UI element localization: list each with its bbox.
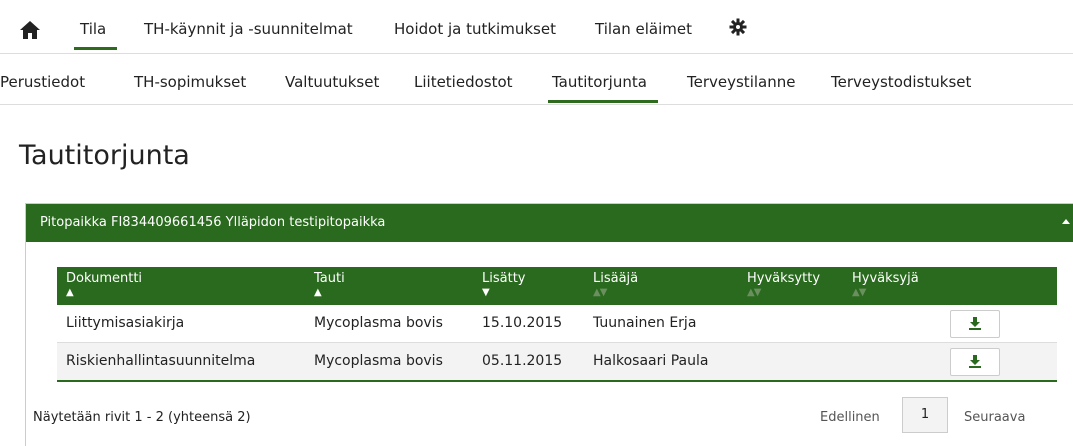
- page-title: Tautitorjunta: [19, 140, 190, 171]
- download-icon: [969, 317, 981, 330]
- gear-icon[interactable]: [729, 18, 749, 38]
- column-label: Hyväksyjä: [852, 271, 919, 286]
- sub-nav-item-valtuutukset[interactable]: Valtuutukset: [285, 73, 379, 91]
- column-header-tauti[interactable]: Tauti ▲: [314, 271, 345, 298]
- top-nav: Tila TH-käynnit ja -suunnitelmat Hoidot …: [0, 0, 1073, 52]
- cell-dokumentti: Riskienhallintasuunnitelma: [66, 353, 256, 369]
- panel-title: Pitopaikka FI834409661456 Ylläpidon test…: [40, 215, 386, 230]
- cell-lisatty: 15.10.2015: [482, 315, 563, 331]
- cell-tauti: Mycoplasma bovis: [314, 353, 443, 369]
- sort-asc-icon: ▲: [314, 287, 322, 298]
- sub-nav-active-indicator: [548, 100, 658, 103]
- sub-nav-item-terveystodistukset[interactable]: Terveystodistukset: [831, 73, 971, 91]
- sort-both-icon: ▲▼: [852, 287, 866, 298]
- top-nav-active-indicator: [74, 47, 117, 50]
- sub-nav-item-perustiedot[interactable]: Perustiedot: [0, 73, 85, 91]
- cell-lisatty: 05.11.2015: [482, 353, 563, 369]
- table-header: Dokumentti ▲ Tauti ▲ Lisätty ▼ Lisääjä ▲…: [57, 267, 1057, 305]
- panel-header[interactable]: Pitopaikka FI834409661456 Ylläpidon test…: [26, 204, 1073, 242]
- sort-desc-icon: ▼: [482, 287, 490, 298]
- cell-dokumentti: Liittymisasiakirja: [66, 315, 185, 331]
- next-page-button[interactable]: Seuraava: [964, 410, 1025, 425]
- top-nav-item-tila[interactable]: Tila: [80, 20, 106, 38]
- pagination-info: Näytetään rivit 1 - 2 (yhteensä 2): [33, 410, 251, 425]
- column-label: Hyväksytty: [747, 271, 821, 286]
- column-header-lisaaja[interactable]: Lisääjä ▲▼: [593, 271, 638, 298]
- cell-lisaaja: Halkosaari Paula: [593, 353, 709, 369]
- sort-both-icon: ▲▼: [747, 287, 761, 298]
- top-nav-item-elaimet[interactable]: Tilan eläimet: [595, 20, 692, 38]
- top-nav-item-hoidot[interactable]: Hoidot ja tutkimukset: [394, 20, 556, 38]
- sub-nav-item-liitetiedostot[interactable]: Liitetiedostot: [414, 73, 513, 91]
- column-header-hyvaksyja[interactable]: Hyväksyjä ▲▼: [852, 271, 919, 298]
- column-label: Lisätty: [482, 271, 526, 286]
- column-header-hyvaksytty[interactable]: Hyväksytty ▲▼: [747, 271, 820, 298]
- cell-tauti: Mycoplasma bovis: [314, 315, 443, 331]
- home-icon[interactable]: [19, 20, 41, 40]
- sub-nav-item-terveystilanne[interactable]: Terveystilanne: [687, 73, 795, 91]
- table-row: Riskienhallintasuunnitelma Mycoplasma bo…: [57, 343, 1057, 382]
- caret-up-icon[interactable]: [1062, 219, 1070, 224]
- table-row: Liittymisasiakirja Mycoplasma bovis 15.1…: [57, 305, 1057, 343]
- top-nav-item-th-kaynnit[interactable]: TH-käynnit ja -suunnitelmat: [144, 20, 353, 38]
- download-button[interactable]: [950, 310, 1000, 338]
- download-button[interactable]: [950, 348, 1000, 376]
- page-number-button[interactable]: 1: [902, 397, 948, 433]
- column-header-dokumentti[interactable]: Dokumentti ▲: [66, 271, 142, 298]
- column-label: Tauti: [314, 271, 345, 286]
- column-label: Dokumentti: [66, 271, 143, 286]
- sub-nav-item-th-sopimukset[interactable]: TH-sopimukset: [134, 73, 246, 91]
- sort-both-icon: ▲▼: [593, 287, 607, 298]
- column-header-lisatty[interactable]: Lisätty ▼: [482, 271, 525, 298]
- sub-nav-item-tautitorjunta[interactable]: Tautitorjunta: [552, 73, 647, 91]
- sort-asc-icon: ▲: [66, 287, 74, 298]
- cell-lisaaja: Tuunainen Erja: [593, 315, 697, 331]
- sub-nav: Perustiedot TH-sopimukset Valtuutukset L…: [0, 53, 1073, 105]
- download-icon: [969, 355, 981, 368]
- column-label: Lisääjä: [593, 271, 639, 286]
- previous-page-button[interactable]: Edellinen: [820, 410, 880, 425]
